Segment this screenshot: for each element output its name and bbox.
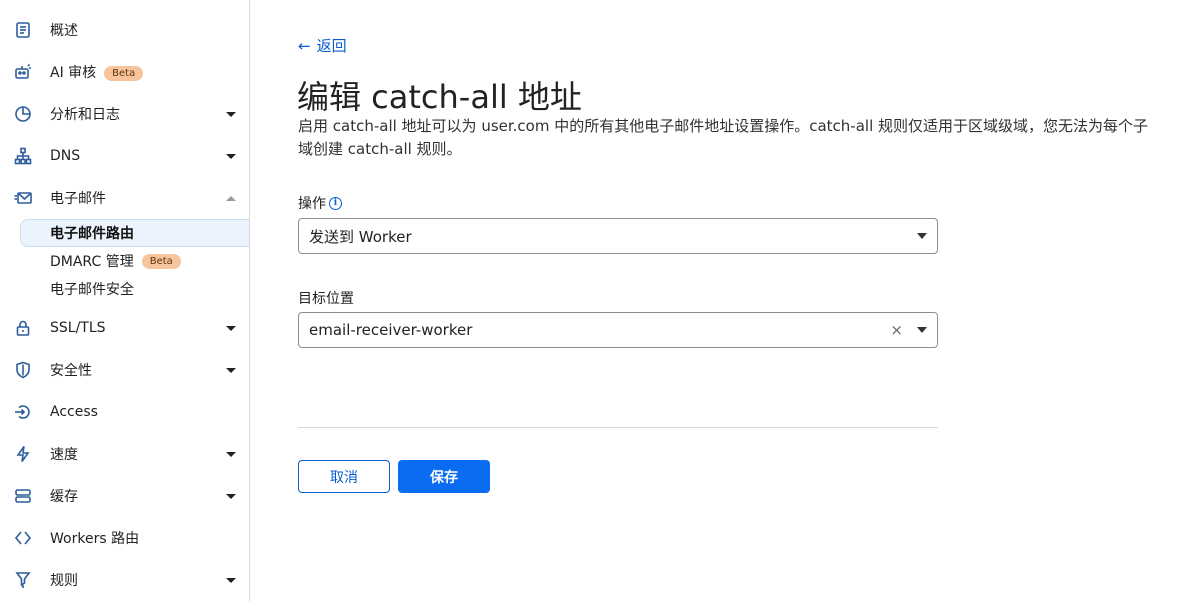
sidebar-subitem-label: DMARC 管理 (50, 254, 134, 270)
document-icon (13, 20, 33, 40)
sidebar-subitem-email-routing[interactable]: 电子邮件路由 (20, 219, 249, 247)
sidebar-item-workers-routes[interactable]: Workers 路由 (0, 518, 249, 558)
action-select-value: 发送到 Worker (309, 227, 412, 246)
chevron-down-icon[interactable] (226, 367, 236, 373)
beta-badge: Beta (104, 65, 144, 81)
chevron-up-icon[interactable] (226, 195, 236, 201)
back-link[interactable]: ← 返回 (298, 35, 347, 56)
code-icon (13, 528, 33, 548)
save-button[interactable]: 保存 (398, 460, 490, 493)
sidebar-item-label: 安全性 (50, 363, 92, 379)
arrow-left-icon: ← (298, 36, 311, 55)
divider (298, 427, 938, 428)
sidebar-item-label: Access (50, 404, 98, 420)
sidebar-item-rules[interactable]: 规则 (0, 560, 249, 600)
sidebar-subitem-email-security[interactable]: 电子邮件安全 (20, 275, 249, 303)
info-icon[interactable]: i (329, 196, 342, 210)
sidebar-item-analytics[interactable]: 分析和日志 (0, 94, 249, 134)
robot-icon (13, 62, 33, 82)
caret-down-icon[interactable] (917, 233, 927, 239)
chevron-down-icon[interactable] (226, 493, 236, 499)
chart-pie-icon (13, 104, 33, 124)
network-icon (13, 146, 33, 166)
storage-icon (13, 486, 33, 506)
sidebar-subitem-label: 电子邮件路由 (50, 226, 134, 242)
email-icon (13, 188, 33, 208)
page-title: 编辑 catch-all 地址 (297, 78, 582, 116)
cancel-button[interactable]: 取消 (298, 460, 390, 493)
sidebar-item-label: DNS (50, 148, 81, 164)
chevron-down-icon[interactable] (226, 325, 236, 331)
caret-down-icon[interactable] (917, 327, 927, 333)
sidebar-item-overview[interactable]: 概述 (0, 10, 249, 50)
sidebar-item-label: 规则 (50, 573, 78, 589)
sidebar-item-text: AI 审核 (50, 65, 97, 81)
rules-icon (13, 570, 33, 590)
action-select[interactable]: 发送到 Worker (298, 218, 938, 254)
clear-icon[interactable]: × (890, 321, 903, 339)
sidebar-item-email[interactable]: 电子邮件 (0, 178, 249, 218)
sidebar-item-label: AI 审核 Beta (50, 62, 144, 82)
sidebar-item-label: 缓存 (50, 489, 78, 505)
sidebar-item-label: 分析和日志 (50, 107, 120, 123)
back-label: 返回 (316, 37, 347, 55)
sidebar: 概述 AI 审核 Beta 分析和日志 DNS 电子邮件 电子邮件路由 DMARC… (0, 0, 250, 601)
chevron-down-icon[interactable] (226, 451, 236, 457)
access-icon (13, 402, 33, 422)
beta-badge: Beta (141, 253, 181, 269)
destination-select-value: email-receiver-worker (309, 321, 473, 339)
sidebar-item-label: Workers 路由 (50, 531, 140, 547)
action-label-text: 操作 (298, 196, 326, 212)
sidebar-subitem-label: 电子邮件安全 (50, 282, 134, 298)
sidebar-item-cache[interactable]: 缓存 (0, 476, 249, 516)
chevron-down-icon[interactable] (226, 577, 236, 583)
sidebar-item-label: SSL/TLS (50, 320, 106, 336)
sidebar-item-label: 速度 (50, 447, 78, 463)
destination-field-label: 目标位置 (298, 288, 354, 308)
sidebar-item-label: 电子邮件 (50, 191, 106, 207)
destination-select[interactable]: email-receiver-worker × (298, 312, 938, 348)
sidebar-item-speed[interactable]: 速度 (0, 434, 249, 474)
sidebar-item-security[interactable]: 安全性 (0, 350, 249, 390)
sidebar-item-access[interactable]: Access (0, 392, 249, 432)
sidebar-item-label: 概述 (50, 23, 78, 39)
sidebar-item-ssl-tls[interactable]: SSL/TLS (0, 308, 249, 348)
shield-icon (13, 360, 33, 380)
chevron-down-icon[interactable] (226, 153, 236, 159)
chevron-down-icon[interactable] (226, 111, 236, 117)
lock-icon (13, 318, 33, 338)
destination-label-text: 目标位置 (298, 291, 354, 307)
sidebar-item-dns[interactable]: DNS (0, 136, 249, 176)
action-field-label: 操作 i (298, 193, 342, 213)
page-description: 启用 catch-all 地址可以为 user.com 中的所有其他电子邮件地址… (298, 117, 1149, 158)
lightning-icon (13, 444, 33, 464)
sidebar-item-ai-review[interactable]: AI 审核 Beta (0, 52, 249, 92)
sidebar-subitem-dmarc[interactable]: DMARC 管理 Beta (20, 247, 249, 275)
